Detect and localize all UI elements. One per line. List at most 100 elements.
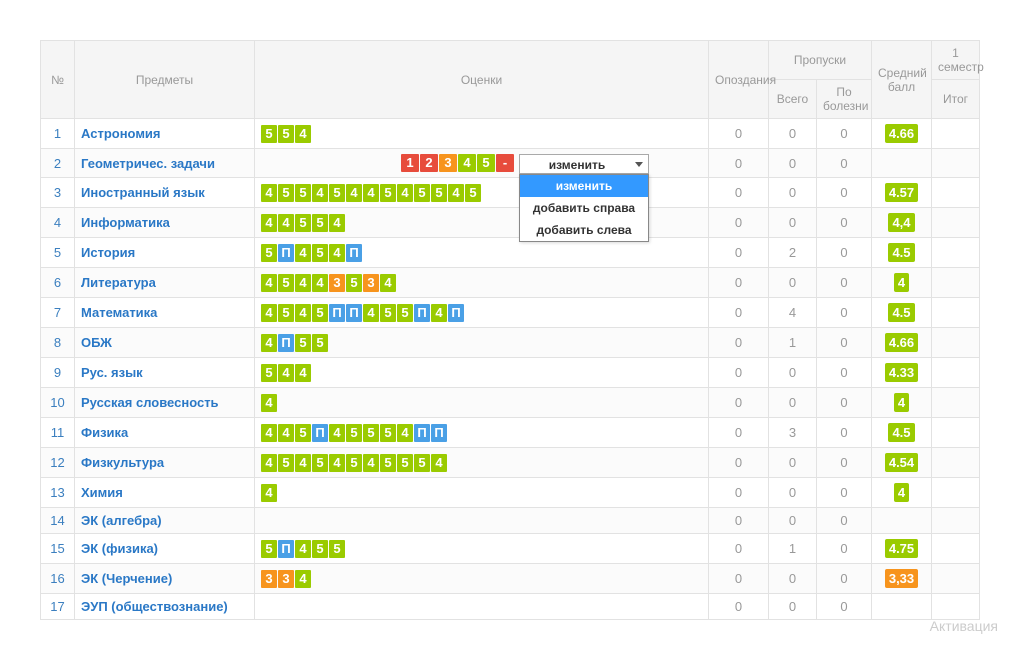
subject-link[interactable]: Рус. язык [75, 358, 255, 388]
grade-mark[interactable]: 5 [278, 125, 294, 143]
grade-mark[interactable]: 4 [363, 454, 379, 472]
grade-mark[interactable]: 3 [278, 570, 294, 588]
marks-cell[interactable]: 334 [255, 564, 709, 594]
scale-step[interactable]: 1 [401, 154, 419, 172]
absence-mark[interactable]: П [414, 424, 430, 442]
subject-link[interactable]: ЭК (физика) [75, 534, 255, 564]
absence-mark[interactable]: П [346, 244, 362, 262]
scale-step[interactable]: 5 [477, 154, 495, 172]
subject-link[interactable]: Иностранный язык [75, 178, 255, 208]
marks-cell[interactable] [255, 508, 709, 534]
grade-mark[interactable]: 5 [346, 274, 362, 292]
scale-step[interactable]: - [496, 154, 514, 172]
absence-mark[interactable]: П [278, 244, 294, 262]
grade-mark[interactable]: 4 [397, 424, 413, 442]
grade-mark[interactable]: 4 [295, 570, 311, 588]
grade-mark[interactable]: 4 [278, 424, 294, 442]
grade-mark[interactable]: 4 [295, 304, 311, 322]
subject-link[interactable]: Физкультура [75, 448, 255, 478]
dropdown-select[interactable]: изменить [519, 154, 649, 174]
subject-link[interactable]: Астрономия [75, 119, 255, 149]
grade-mark[interactable]: 5 [380, 184, 396, 202]
grade-mark[interactable]: 4 [431, 454, 447, 472]
grade-mark[interactable]: 4 [329, 244, 345, 262]
grade-mark[interactable]: 5 [380, 304, 396, 322]
grade-mark[interactable]: 5 [380, 424, 396, 442]
grade-mark[interactable]: 4 [261, 394, 277, 412]
grade-mark[interactable]: 4 [363, 184, 379, 202]
grade-mark[interactable]: 5 [465, 184, 481, 202]
grade-mark[interactable]: 4 [397, 184, 413, 202]
grade-mark[interactable]: 4 [312, 184, 328, 202]
grade-mark[interactable]: 4 [312, 274, 328, 292]
grade-mark[interactable]: 3 [363, 274, 379, 292]
grade-mark[interactable]: 4 [295, 364, 311, 382]
grade-mark[interactable]: 3 [261, 570, 277, 588]
marks-cell[interactable]: 554 [255, 119, 709, 149]
action-dropdown[interactable]: изменитьизменитьдобавить справадобавить … [519, 154, 537, 172]
marks-cell[interactable]: 12345-изменитьизменитьдобавить справадоб… [255, 149, 709, 178]
grade-mark[interactable]: 4 [363, 304, 379, 322]
grade-mark[interactable]: 5 [329, 540, 345, 558]
grade-mark[interactable]: 5 [312, 304, 328, 322]
grade-mark[interactable]: 4 [431, 304, 447, 322]
subject-link[interactable]: ЭУП (обществознание) [75, 594, 255, 620]
grade-mark[interactable]: 5 [312, 214, 328, 232]
grade-mark[interactable]: 5 [431, 184, 447, 202]
grade-mark[interactable]: 4 [380, 274, 396, 292]
absence-mark[interactable]: П [448, 304, 464, 322]
grade-mark[interactable]: 4 [295, 244, 311, 262]
subject-link[interactable]: ЭК (алгебра) [75, 508, 255, 534]
grade-mark[interactable]: 4 [261, 484, 277, 502]
dropdown-option[interactable]: изменить [520, 175, 648, 197]
grade-mark[interactable]: 5 [414, 184, 430, 202]
grade-mark[interactable]: 4 [329, 214, 345, 232]
grade-mark[interactable]: 5 [261, 244, 277, 262]
marks-cell[interactable]: 4П55 [255, 328, 709, 358]
grade-mark[interactable]: 4 [278, 214, 294, 232]
grade-mark[interactable]: 5 [312, 454, 328, 472]
grade-mark[interactable]: 5 [261, 540, 277, 558]
absence-mark[interactable]: П [312, 424, 328, 442]
subject-link[interactable]: Литература [75, 268, 255, 298]
grade-mark[interactable]: 4 [295, 125, 311, 143]
grade-mark[interactable]: 5 [363, 424, 379, 442]
subject-link[interactable]: ОБЖ [75, 328, 255, 358]
grade-mark[interactable]: 5 [397, 454, 413, 472]
marks-cell[interactable]: 4 [255, 388, 709, 418]
grade-mark[interactable]: 5 [295, 334, 311, 352]
grade-mark[interactable]: 4 [261, 274, 277, 292]
scale-step[interactable]: 2 [420, 154, 438, 172]
scale-step[interactable]: 3 [439, 154, 457, 172]
grade-mark[interactable]: 5 [295, 184, 311, 202]
subject-link[interactable]: Русская словесность [75, 388, 255, 418]
grade-mark[interactable]: 5 [329, 184, 345, 202]
dropdown-option[interactable]: добавить слева [520, 219, 648, 241]
grade-mark[interactable]: 4 [261, 424, 277, 442]
grade-mark[interactable]: 5 [397, 304, 413, 322]
subject-link[interactable]: Информатика [75, 208, 255, 238]
grade-mark[interactable]: 4 [295, 540, 311, 558]
marks-cell[interactable]: 544 [255, 358, 709, 388]
scale-step[interactable]: 4 [458, 154, 476, 172]
grade-mark[interactable]: 5 [261, 364, 277, 382]
subject-link[interactable]: Геометричес. задачи [75, 149, 255, 178]
grade-mark[interactable]: 4 [261, 304, 277, 322]
grade-mark[interactable]: 4 [329, 424, 345, 442]
grade-mark[interactable]: 5 [312, 540, 328, 558]
grade-mark[interactable]: 5 [312, 334, 328, 352]
grade-mark[interactable]: 5 [346, 454, 362, 472]
grade-mark[interactable]: 5 [346, 424, 362, 442]
marks-cell[interactable]: 5П454П [255, 238, 709, 268]
grade-mark[interactable]: 4 [295, 454, 311, 472]
grade-mark[interactable]: 4 [448, 184, 464, 202]
subject-link[interactable]: Математика [75, 298, 255, 328]
grade-mark[interactable]: 4 [295, 274, 311, 292]
absence-mark[interactable]: П [278, 334, 294, 352]
subject-link[interactable]: ЭК (Черчение) [75, 564, 255, 594]
absence-mark[interactable]: П [329, 304, 345, 322]
marks-cell[interactable]: 5П455 [255, 534, 709, 564]
absence-mark[interactable]: П [431, 424, 447, 442]
subject-link[interactable]: Физика [75, 418, 255, 448]
grade-mark[interactable]: 5 [414, 454, 430, 472]
